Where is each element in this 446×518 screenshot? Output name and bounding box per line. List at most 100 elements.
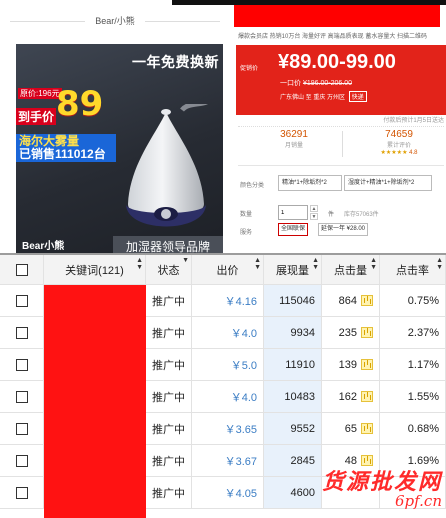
select-all-checkbox[interactable] [15, 263, 28, 276]
impressions-cell: 2845 [264, 445, 322, 477]
list-price: 一口价 ¥196.00-206.00 [280, 80, 352, 87]
brand-logo: Bear小熊 [22, 241, 65, 252]
impressions-value: 4600 [290, 486, 315, 499]
status-value: 推广中 [152, 455, 185, 468]
option-essential-oil[interactable]: 精油*1+除垢剂*2 [278, 175, 342, 191]
brand-header: Bear/小熊 [0, 0, 230, 44]
filter-icon[interactable]: ▼ [182, 257, 189, 264]
clicks-cell: 235 [322, 317, 380, 349]
impressions-value: 115046 [279, 294, 315, 307]
quantity-unit: 件 [328, 212, 335, 218]
monthly-sales: 36291 月销量 [280, 129, 308, 149]
trend-chart-icon[interactable] [361, 391, 373, 402]
bid-value: ￥4.16 [224, 295, 257, 308]
row-checkbox[interactable] [15, 294, 28, 307]
quantity-decrease-button[interactable]: ▼ [310, 213, 318, 220]
trend-chart-icon[interactable] [361, 295, 373, 306]
bid-cell[interactable]: ￥3.67 [192, 445, 264, 477]
row-select-cell [0, 413, 44, 445]
clicks-value: 864 [338, 294, 357, 307]
impressions-value: 11910 [285, 358, 315, 371]
rating-stars: ★★★★★ 4.8 [380, 150, 418, 156]
clicks-value: 162 [338, 390, 357, 403]
status-value: 推广中 [152, 487, 185, 500]
bid-value: ￥4.05 [224, 487, 257, 500]
sort-icon[interactable]: ▲ ▼ [312, 257, 319, 271]
bid-cell[interactable]: ￥5.0 [192, 349, 264, 381]
redacted-keywords [44, 285, 146, 518]
header-clicks[interactable]: 点击量 ▲ ▼ [322, 255, 380, 285]
shipping-location[interactable]: 广东佛山 至 重庆 万州区 快递 [280, 91, 367, 102]
row-checkbox[interactable] [15, 326, 28, 339]
quantity-increase-button[interactable]: ▲ [310, 205, 318, 212]
bid-cell[interactable]: ￥4.0 [192, 381, 264, 413]
bid-value: ￥4.0 [230, 327, 257, 340]
impressions-value: 2845 [290, 454, 315, 467]
sort-icon[interactable]: ▲ ▼ [136, 257, 143, 271]
row-checkbox[interactable] [15, 390, 28, 403]
quantity-label: 数量 [240, 212, 253, 218]
brand-name: Bear/小熊 [0, 14, 230, 27]
price-unit: 到手价 [16, 108, 57, 125]
offer-banner: 一年免费换新 [132, 54, 219, 70]
row-select-cell [0, 445, 44, 477]
price-label: 促销价 [240, 66, 259, 72]
sort-icon[interactable]: ▲ ▼ [436, 257, 443, 271]
row-select-cell [0, 349, 44, 381]
ctr-cell: 1.55% [380, 381, 446, 413]
row-select-cell [0, 317, 44, 349]
bid-value: ￥4.0 [230, 391, 257, 404]
header-ctr[interactable]: 点击率 ▲ ▼ [380, 255, 446, 285]
promo-price: ¥89.00-99.00 [278, 51, 396, 73]
sort-icon[interactable]: ▲ ▼ [370, 257, 377, 271]
stock-count: 库存57063件 [344, 212, 379, 218]
service-warranty-option[interactable]: 全国联保 [278, 223, 309, 236]
price-burst: 原价:196元 到手价 89 [16, 84, 103, 132]
ctr-value: 0.68% [407, 422, 439, 435]
trend-chart-icon[interactable] [361, 327, 373, 338]
ctr-value: 1.55% [407, 390, 439, 403]
review-count[interactable]: 74659 累计评价 ★★★★★ 4.8 [374, 129, 424, 156]
price-area: 促销价 ¥89.00-99.00 一口价 ¥196.00-206.00 广东佛山… [236, 45, 446, 115]
product-detail-panel: 爆款会员店 热销10万台 海量好评 高端品质表现 蓄水容量大 扫描二维码 促销价… [234, 5, 446, 240]
quantity-input[interactable] [278, 205, 308, 220]
status-cell: 推广中 [146, 317, 192, 349]
row-checkbox[interactable] [15, 454, 28, 467]
header-status[interactable]: 状态 ▼ [146, 255, 192, 285]
bid-cell[interactable]: ￥4.0 [192, 317, 264, 349]
status-cell: 推广中 [146, 285, 192, 317]
header-keyword[interactable]: 关键词(121) ▲ ▼ [44, 255, 146, 285]
trend-chart-icon[interactable] [361, 359, 373, 370]
bid-cell[interactable]: ￥4.16 [192, 285, 264, 317]
bid-value: ￥5.0 [230, 359, 257, 372]
ctr-value: 2.37% [407, 326, 439, 339]
bid-cell[interactable]: ￥4.05 [192, 477, 264, 509]
sort-icon[interactable]: ▲ ▼ [254, 257, 261, 271]
impressions-cell: 4600 [264, 477, 322, 509]
header-bid[interactable]: 出价 ▲ ▼ [192, 255, 264, 285]
status-value: 推广中 [152, 295, 185, 308]
product-image[interactable]: 一年免费换新 原价:196元 到手价 89 海尔大雾量 已销售111012台 B… [16, 44, 223, 258]
impressions-cell: 9934 [264, 317, 322, 349]
impressions-cell: 10483 [264, 381, 322, 413]
clicks-value: 139 [338, 358, 357, 371]
status-cell: 推广中 [146, 381, 192, 413]
trend-chart-icon[interactable] [361, 423, 373, 434]
product-tags: 爆款会员店 热销10万台 海量好评 高端品质表现 蓄水容量大 扫描二维码 [238, 34, 428, 40]
bid-cell[interactable]: ￥3.65 [192, 413, 264, 445]
clicks-cell: 65 [322, 413, 380, 445]
delivery-badge: 快递 [348, 91, 367, 102]
impressions-value: 10483 [284, 390, 315, 403]
color-label: 颜色分类 [240, 183, 265, 189]
ctr-cell: 2.37% [380, 317, 446, 349]
row-select-cell [0, 381, 44, 413]
bid-value: ￥3.67 [224, 455, 257, 468]
header-impressions[interactable]: 展现量 ▲ ▼ [264, 255, 322, 285]
option-hygrometer[interactable]: 湿度计+精油*1+除垢剂*2 [344, 175, 432, 191]
row-checkbox[interactable] [15, 358, 28, 371]
service-extended-option[interactable]: 延保一年 ¥28.00 [318, 223, 369, 236]
row-checkbox[interactable] [15, 486, 28, 499]
status-cell: 推广中 [146, 349, 192, 381]
row-checkbox[interactable] [15, 422, 28, 435]
status-value: 推广中 [152, 391, 185, 404]
